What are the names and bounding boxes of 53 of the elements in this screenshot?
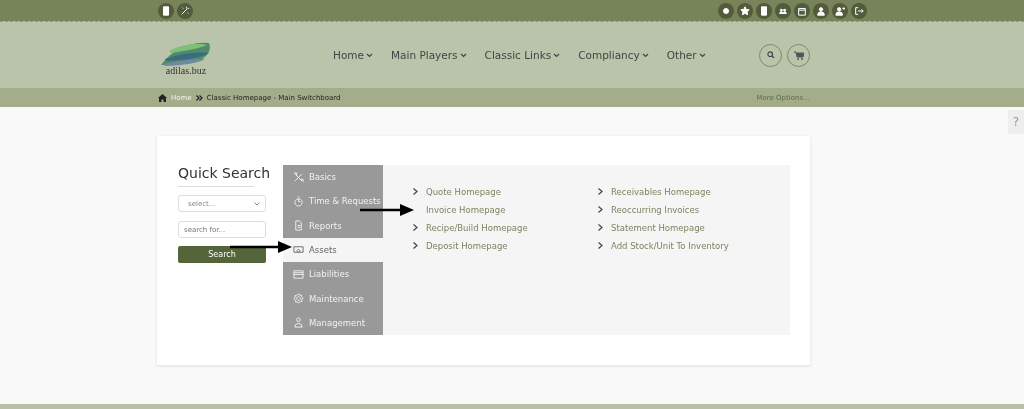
chevron-icon (413, 242, 418, 249)
chevron-icon (598, 224, 603, 231)
chevron-icon (598, 242, 603, 249)
caret-icon (459, 52, 467, 58)
menu-item[interactable]: Basics (283, 165, 383, 190)
caret-icon (698, 52, 706, 58)
logout-icon[interactable] (851, 2, 867, 19)
tools-icon (293, 171, 304, 183)
cart-icon (793, 50, 804, 60)
nav-menu[interactable]: Classic Links (484, 49, 561, 61)
card-icon (293, 268, 304, 280)
caret-icon (641, 52, 649, 58)
calendar-icon[interactable] (794, 2, 810, 19)
help-tab[interactable]: ? (1008, 110, 1024, 134)
group-icon[interactable] (775, 2, 791, 19)
search-button[interactable]: Search (178, 246, 266, 263)
menu-item[interactable]: Time & Requests (283, 189, 383, 214)
home-icon[interactable] (158, 93, 167, 102)
menu-item[interactable]: Management (283, 310, 383, 335)
caret-icon (366, 52, 373, 58)
user-add-icon[interactable] (832, 2, 848, 19)
nav-menu[interactable]: Home (333, 49, 373, 61)
magic-icon[interactable] (177, 2, 193, 19)
chevron-icon (598, 206, 603, 213)
nav-menu[interactable]: Compliancy (578, 49, 649, 61)
chevron-icon (413, 224, 418, 231)
homepage-link[interactable]: Quote Homepage (426, 186, 501, 197)
caret-icon (553, 52, 561, 58)
homepage-link[interactable]: Add Stock/Unit To Inventory (611, 240, 729, 251)
chevron-icon (598, 188, 603, 195)
homepage-link[interactable]: Reoccurring Invoices (611, 204, 700, 215)
menu-item[interactable]: Liabilities (283, 262, 383, 287)
arrow-drawing (360, 204, 414, 216)
homepage-link[interactable]: Receivables Homepage (611, 186, 711, 197)
homepage-link[interactable]: Deposit Homepage (426, 240, 508, 251)
logo-text[interactable]: adilas.buz (165, 64, 207, 76)
nav-menu[interactable]: Other (666, 49, 706, 61)
report-icon (293, 220, 304, 232)
homepage-link[interactable]: Recipe/Build Homepage (426, 222, 528, 233)
homepage-link[interactable]: Statement Homepage (611, 222, 705, 233)
timer-icon (293, 195, 304, 207)
person-icon (293, 317, 304, 329)
gear-icon (293, 293, 304, 305)
caret-icon (254, 201, 260, 206)
menu-item[interactable]: Reports (283, 213, 383, 238)
chevron-icon (413, 188, 418, 195)
double-chevron-icon (195, 94, 203, 101)
nav-menu[interactable]: Main Players (391, 49, 467, 61)
homepage-link[interactable]: Invoice Homepage (426, 204, 506, 215)
user-icon[interactable] (813, 2, 829, 19)
search-icon (766, 51, 775, 59)
menu-item[interactable]: Maintenance (283, 286, 383, 311)
money-icon (293, 244, 304, 256)
